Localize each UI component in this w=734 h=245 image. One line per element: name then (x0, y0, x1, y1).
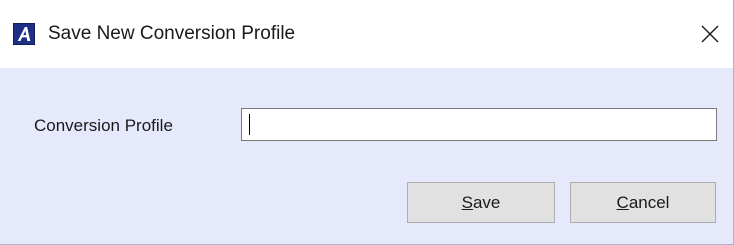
dialog-body: Conversion Profile Save Cancel (0, 68, 733, 244)
dialog-window: Save New Conversion Profile Conversion P… (0, 0, 734, 245)
conversion-profile-label: Conversion Profile (34, 116, 173, 135)
save-button[interactable]: Save (407, 182, 555, 223)
save-mnemonic: S (461, 192, 473, 212)
cancel-button[interactable]: Cancel (570, 182, 716, 223)
dialog-title: Save New Conversion Profile (48, 23, 296, 44)
app-a-icon (13, 23, 35, 45)
close-button[interactable] (690, 14, 730, 54)
title-bar[interactable]: Save New Conversion Profile (0, 0, 733, 68)
close-icon (701, 25, 719, 43)
text-caret (249, 114, 250, 135)
save-label-rest: ave (472, 192, 501, 212)
cancel-label-rest: ancel (628, 192, 670, 212)
conversion-profile-input[interactable] (241, 108, 717, 141)
cancel-mnemonic: C (616, 192, 629, 212)
